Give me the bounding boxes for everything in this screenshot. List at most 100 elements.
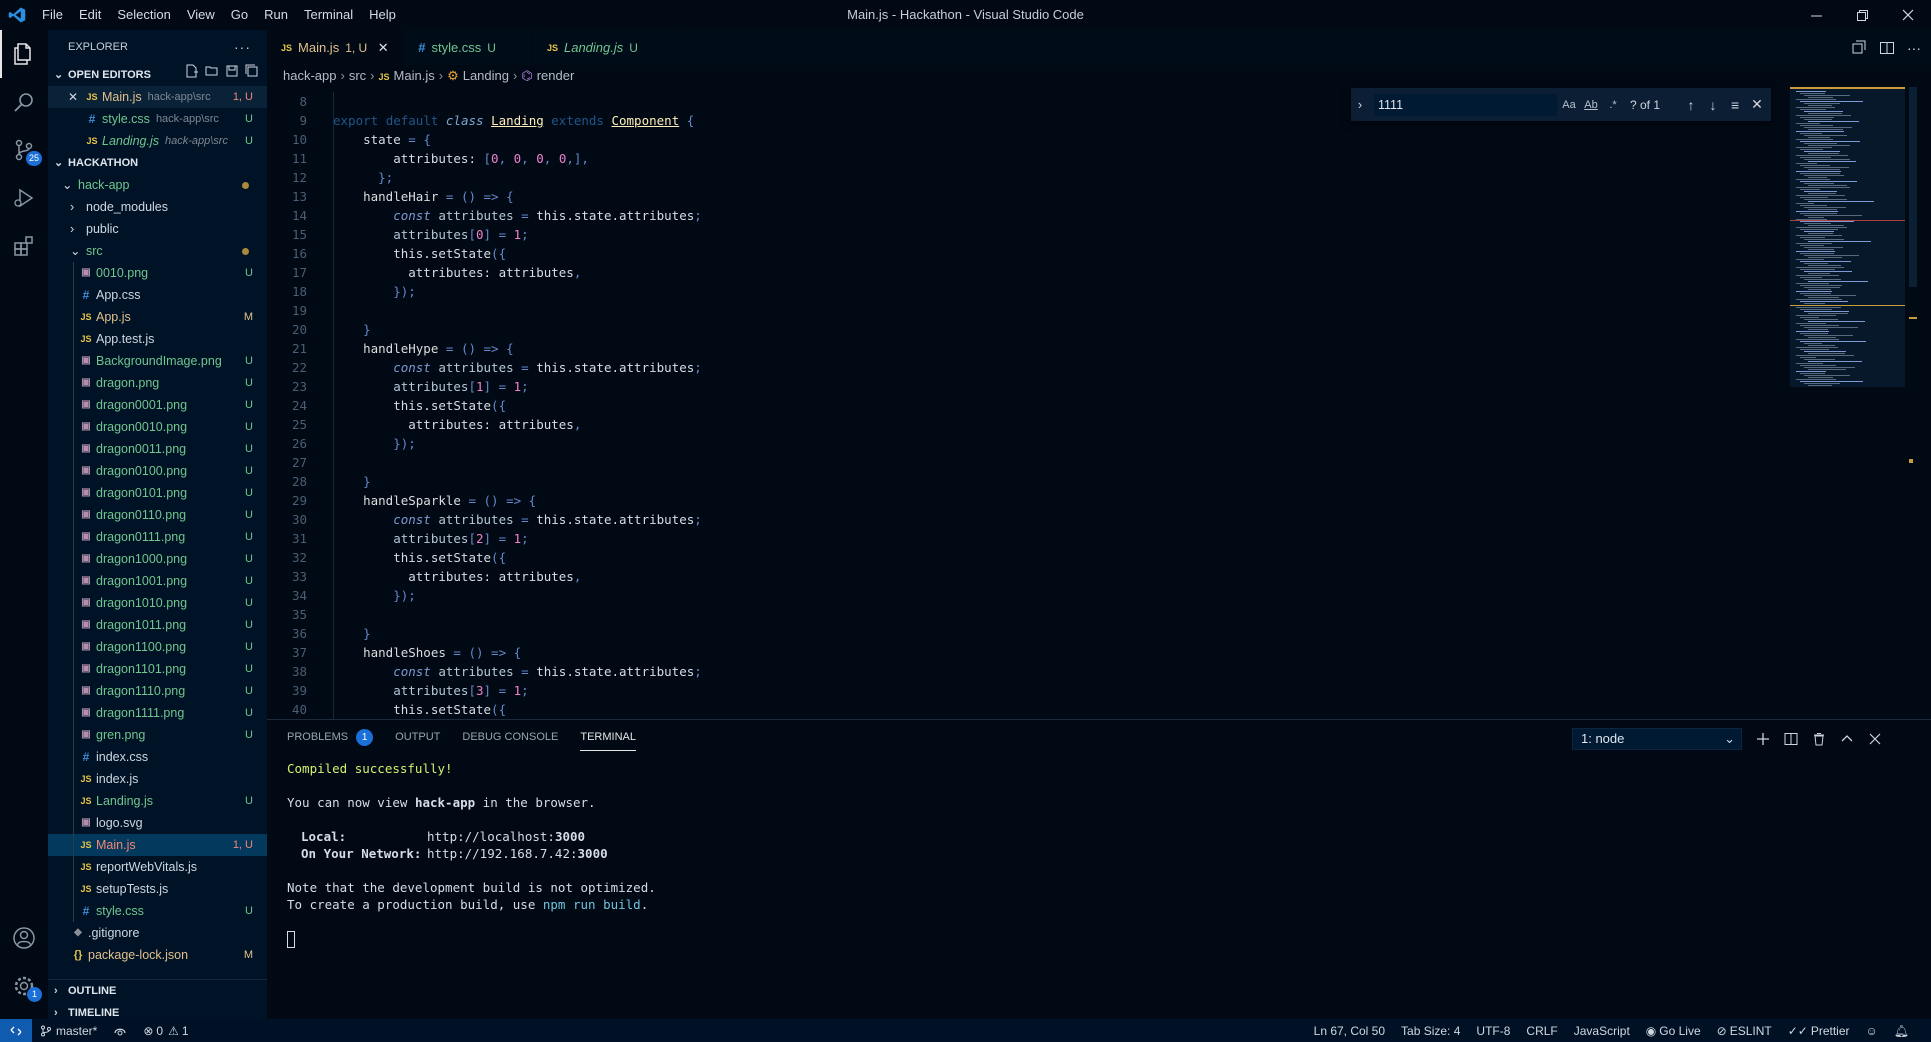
tree-item[interactable]: ▣ dragon0110.png U (48, 504, 267, 526)
explorer-activity[interactable] (0, 30, 48, 78)
end-of-line[interactable]: CRLF (1518, 1019, 1565, 1042)
tree-item[interactable]: ▣ dragon.png U (48, 372, 267, 394)
tree-item[interactable]: ▣ dragon0010.png U (48, 416, 267, 438)
encoding[interactable]: UTF-8 (1468, 1019, 1518, 1042)
tree-item[interactable]: ⌄ src (48, 240, 267, 262)
tab-debug-console[interactable]: DEBUG CONSOLE (462, 720, 558, 755)
remote-indicator[interactable] (0, 1019, 32, 1042)
tree-item[interactable]: ▣ dragon0111.png U (48, 526, 267, 548)
close-all-icon[interactable] (245, 64, 259, 78)
tree-item[interactable]: # style.css U (48, 900, 267, 922)
tree-item[interactable]: ◆ .gitignore (48, 922, 267, 944)
outline-header[interactable]: › OUTLINE (48, 980, 267, 1002)
manage-activity[interactable]: 1 (0, 962, 48, 1010)
prettier-button[interactable]: ✓✓ Prettier (1780, 1019, 1858, 1042)
tree-item[interactable]: ▣ dragon1110.png U (48, 680, 267, 702)
tree-item[interactable]: ▣ dragon1101.png U (48, 658, 267, 680)
tree-item[interactable]: JS setupTests.js (48, 878, 267, 900)
tree-item[interactable]: JS Landing.js U (48, 790, 267, 812)
menu-run[interactable]: Run (256, 0, 296, 30)
breadcrumb-item[interactable]: Landing (463, 68, 509, 83)
tree-item[interactable]: ▣ dragon0100.png U (48, 460, 267, 482)
open-editors-header[interactable]: ⌄ OPEN EDITORS (48, 64, 267, 86)
minimize-button[interactable] (1793, 0, 1839, 30)
close-editor-icon[interactable]: ✕ (68, 86, 84, 108)
notifications-button[interactable]: 🔔︎ (1886, 1019, 1917, 1042)
breadcrumb-item[interactable]: src (349, 68, 366, 83)
terminal-output[interactable]: Compiled successfully! You can now view … (287, 760, 1887, 948)
close-tab-icon[interactable]: ✕ (375, 40, 391, 56)
find-in-selection-icon[interactable]: ≡ (1724, 97, 1746, 113)
tree-item[interactable]: ▣ 0010.png U (48, 262, 267, 284)
menu-terminal[interactable]: Terminal (296, 0, 361, 30)
terminal-url[interactable]: http://localhost: (427, 829, 555, 844)
maximize-panel-icon[interactable] (1840, 732, 1854, 746)
split-terminal-icon[interactable] (1784, 732, 1798, 746)
tree-item[interactable]: ▣ BackgroundImage.png U (48, 350, 267, 372)
close-window-button[interactable] (1885, 0, 1931, 30)
breadcrumb-item[interactable]: render (537, 68, 575, 83)
language-mode[interactable]: JavaScript (1566, 1019, 1638, 1042)
close-panel-icon[interactable] (1868, 732, 1882, 746)
next-match-icon[interactable]: ↓ (1702, 97, 1724, 113)
new-terminal-icon[interactable] (1756, 732, 1770, 746)
trash-icon[interactable] (1812, 732, 1826, 746)
tab-output[interactable]: OUTPUT (395, 720, 440, 755)
match-case-toggle[interactable]: Aa (1558, 99, 1580, 111)
tree-item[interactable]: {} package-lock.json M (48, 944, 267, 966)
new-file-icon[interactable] (185, 64, 199, 78)
run-debug-activity[interactable] (0, 174, 48, 222)
tree-item[interactable]: ▣ dragon1001.png U (48, 570, 267, 592)
editor-scrollbar[interactable] (1905, 87, 1919, 719)
menu-view[interactable]: View (179, 0, 223, 30)
open-changes-icon[interactable] (1851, 40, 1867, 56)
previous-match-icon[interactable]: ↑ (1680, 97, 1702, 113)
find-input[interactable] (1373, 92, 1558, 117)
tree-item[interactable]: ▣ dragon1000.png U (48, 548, 267, 570)
eslint-button[interactable]: ⊘ ESLINT (1709, 1019, 1780, 1042)
open-editor-main-js[interactable]: ✕ JS Main.js hack-app\src 1, U (48, 86, 267, 108)
code-editor[interactable]: 789export default class Landing extends … (267, 87, 1931, 719)
tree-item[interactable]: JS App.js M (48, 306, 267, 328)
tree-item[interactable]: › node_modules (48, 196, 267, 218)
breadcrumb-item[interactable]: Main.js (394, 68, 435, 83)
restore-button[interactable] (1839, 0, 1885, 30)
extensions-activity[interactable] (0, 222, 48, 270)
feedback-button[interactable]: ☺ (1858, 1019, 1886, 1042)
tree-item[interactable]: ▣ dragon0101.png U (48, 482, 267, 504)
more-actions-icon[interactable]: ··· (1907, 40, 1921, 56)
terminal-url[interactable]: http://192.168.7.42: (427, 846, 578, 861)
workspace-header[interactable]: ⌄ HACKATHON (48, 152, 267, 174)
tab-landing-js[interactable]: JS Landing.js U ✕ (533, 30, 675, 65)
chevron-right-icon[interactable]: › (1351, 97, 1369, 112)
menu-selection[interactable]: Selection (109, 0, 178, 30)
menu-help[interactable]: Help (361, 0, 404, 30)
tree-item[interactable]: JS App.test.js (48, 328, 267, 350)
tree-item[interactable]: ▣ logo.svg (48, 812, 267, 834)
source-control-activity[interactable]: 25 (0, 126, 48, 174)
split-editor-icon[interactable] (1879, 40, 1895, 56)
tree-item[interactable]: › public (48, 218, 267, 240)
menu-file[interactable]: File (34, 0, 71, 30)
close-find-icon[interactable]: ✕ (1746, 96, 1768, 113)
sync-button[interactable] (105, 1019, 135, 1042)
tab-terminal[interactable]: TERMINAL (580, 720, 636, 755)
use-regex-toggle[interactable]: .* (1602, 99, 1624, 111)
tree-item[interactable]: JS reportWebVitals.js (48, 856, 267, 878)
tree-item[interactable]: JS Main.js 1, U (48, 834, 267, 856)
cursor-position[interactable]: Ln 67, Col 50 (1306, 1019, 1393, 1042)
tree-item[interactable]: ▣ dragon0001.png U (48, 394, 267, 416)
timeline-header[interactable]: › TIMELINE (48, 1002, 267, 1019)
go-live-button[interactable]: ◉ Go Live (1638, 1019, 1709, 1042)
tab-size[interactable]: Tab Size: 4 (1393, 1019, 1468, 1042)
tree-item[interactable]: # App.css (48, 284, 267, 306)
tree-item[interactable]: ▣ dragon1111.png U (48, 702, 267, 724)
tree-item[interactable]: # index.css (48, 746, 267, 768)
breadcrumb-item[interactable]: hack-app (283, 68, 336, 83)
more-actions-icon[interactable]: ··· (234, 30, 251, 64)
tree-item[interactable]: ⌄ hack-app (48, 174, 267, 196)
tree-item[interactable]: ▣ gren.png U (48, 724, 267, 746)
menu-go[interactable]: Go (223, 0, 256, 30)
open-editor-landing-js[interactable]: JS Landing.js hack-app\src U (48, 130, 267, 152)
minimap[interactable] (1790, 87, 1905, 719)
